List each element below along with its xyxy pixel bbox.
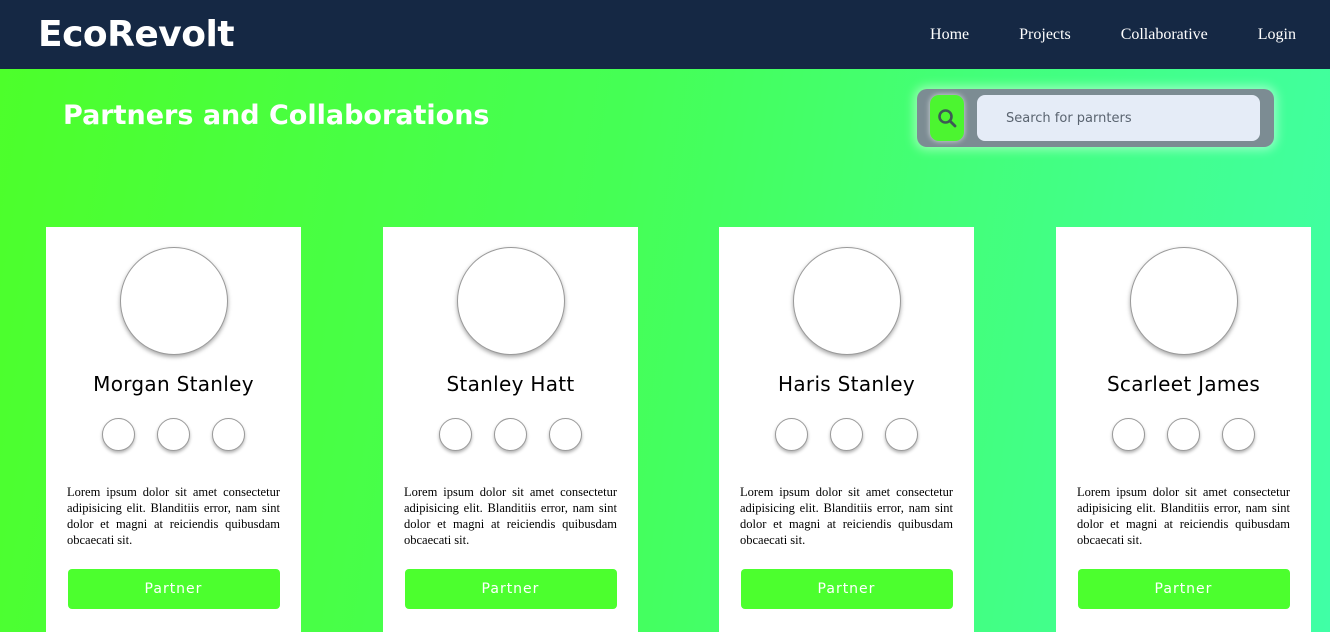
partner-card: Haris Stanley Lorem ipsum dolor sit amet… <box>719 227 974 632</box>
partner-button[interactable]: Partner <box>404 569 617 609</box>
partner-name: Scarleet James <box>1106 372 1261 396</box>
partner-button[interactable]: Partner <box>1077 569 1290 609</box>
search-icon <box>938 109 957 128</box>
social-links <box>439 418 582 451</box>
partner-description: Lorem ipsum dolor sit amet consectetur a… <box>404 485 617 547</box>
brand-logo[interactable]: EcoRevolt <box>38 14 235 55</box>
social-icon[interactable] <box>494 418 527 451</box>
avatar <box>792 247 901 355</box>
social-icon[interactable] <box>439 418 472 451</box>
avatar <box>456 247 565 355</box>
social-icon[interactable] <box>830 418 863 451</box>
partner-button[interactable]: Partner <box>740 569 953 609</box>
avatar <box>119 247 228 355</box>
social-icon[interactable] <box>157 418 190 451</box>
partner-card: Morgan Stanley Lorem ipsum dolor sit ame… <box>46 227 301 632</box>
partner-button[interactable]: Partner <box>67 569 280 609</box>
social-icon[interactable] <box>549 418 582 451</box>
partner-name: Morgan Stanley <box>93 372 254 396</box>
partner-name: Stanley Hatt <box>446 372 575 396</box>
partner-name: Haris Stanley <box>778 372 915 396</box>
partner-card: Stanley Hatt Lorem ipsum dolor sit amet … <box>383 227 638 632</box>
partner-cards: Morgan Stanley Lorem ipsum dolor sit ame… <box>0 227 1330 632</box>
social-links <box>1112 418 1255 451</box>
page-title: Partners and Collaborations <box>63 100 490 131</box>
partner-description: Lorem ipsum dolor sit amet consectetur a… <box>1077 485 1290 547</box>
social-icon[interactable] <box>1112 418 1145 451</box>
partner-description: Lorem ipsum dolor sit amet consectetur a… <box>740 485 953 547</box>
nav-links: Home Projects Collaborative Login <box>930 26 1296 44</box>
social-icon[interactable] <box>212 418 245 451</box>
social-icon[interactable] <box>885 418 918 451</box>
avatar <box>1129 247 1238 355</box>
search-button[interactable] <box>930 95 964 141</box>
social-icon[interactable] <box>775 418 808 451</box>
nav-link-projects[interactable]: Projects <box>1019 26 1071 44</box>
nav-link-login[interactable]: Login <box>1258 26 1296 44</box>
search-input[interactable] <box>977 95 1260 141</box>
search-box <box>917 89 1274 147</box>
social-icon[interactable] <box>102 418 135 451</box>
nav-link-collaborative[interactable]: Collaborative <box>1121 26 1208 44</box>
social-links <box>775 418 918 451</box>
nav-link-home[interactable]: Home <box>930 26 969 44</box>
social-links <box>102 418 245 451</box>
navbar: EcoRevolt Home Projects Collaborative Lo… <box>0 0 1330 69</box>
social-icon[interactable] <box>1222 418 1255 451</box>
partner-description: Lorem ipsum dolor sit amet consectetur a… <box>67 485 280 547</box>
partner-card: Scarleet James Lorem ipsum dolor sit ame… <box>1056 227 1311 632</box>
social-icon[interactable] <box>1167 418 1200 451</box>
